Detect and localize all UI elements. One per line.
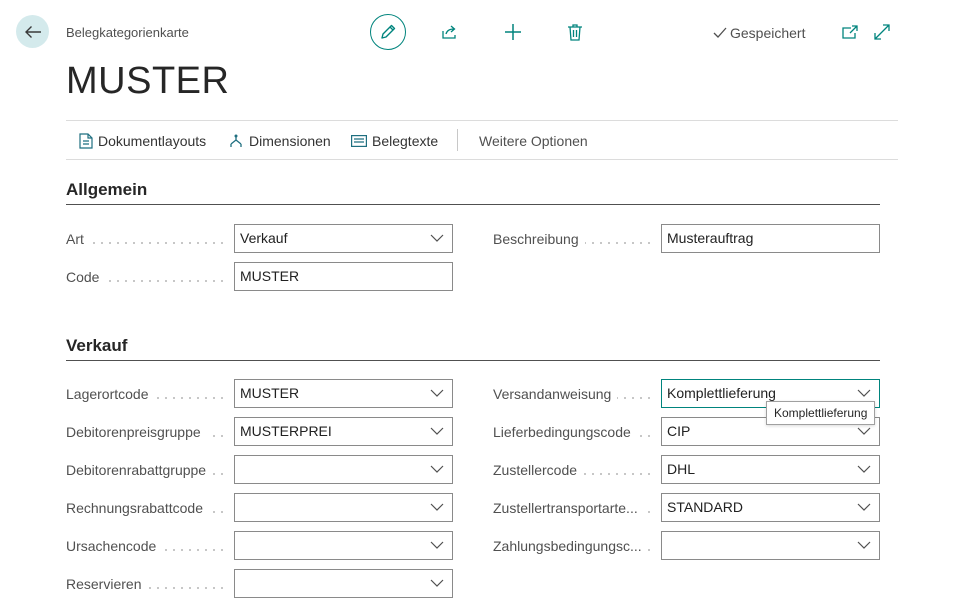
zustellercode-value: DHL	[667, 461, 696, 477]
checkmark-icon	[713, 27, 727, 38]
field-label-lieferbedingungscode: Lieferbedingungscode	[493, 422, 657, 442]
new-button[interactable]	[499, 18, 527, 46]
arrow-left-icon	[24, 25, 41, 38]
saved-status: Gespeichert	[713, 25, 805, 41]
action-bar-bottom-divider	[66, 159, 898, 160]
open-new-window-button[interactable]	[836, 18, 864, 46]
field-label-art: Art	[66, 229, 230, 249]
chevron-down-icon	[430, 465, 444, 473]
art-select[interactable]: Verkauf	[234, 224, 453, 253]
chevron-down-icon	[857, 427, 871, 435]
trash-icon	[568, 24, 582, 41]
page-title: MUSTER	[66, 60, 230, 102]
action-label: Belegtexte	[372, 133, 439, 149]
art-value: Verkauf	[240, 230, 288, 246]
chevron-down-icon	[857, 465, 871, 473]
action-label: Dimensionen	[249, 133, 331, 149]
lagerortcode-value: MUSTER	[240, 385, 300, 401]
section-rule-sales	[66, 360, 880, 361]
plus-icon	[505, 24, 521, 40]
lagerortcode-select[interactable]: MUSTER	[234, 379, 453, 408]
dimensions-icon	[230, 134, 242, 147]
edit-button[interactable]	[370, 14, 406, 50]
chevron-down-icon	[430, 579, 444, 587]
chevron-down-icon	[857, 389, 871, 397]
action-document-layouts[interactable]: Dokumentlayouts	[79, 132, 206, 150]
code-input[interactable]: MUSTER	[234, 262, 453, 291]
chevron-down-icon	[430, 503, 444, 511]
page-type-caption: Belegkategorienkarte	[66, 25, 189, 40]
reservieren-select[interactable]	[234, 569, 453, 598]
chevron-down-icon	[430, 541, 444, 549]
action-label: Dokumentlayouts	[98, 133, 207, 149]
tooltip: Komplettlieferung	[766, 401, 876, 425]
section-title-general: Allgemein	[66, 180, 148, 199]
chevron-down-icon	[857, 541, 871, 549]
zahlungsbedingungscode-select[interactable]	[661, 531, 880, 560]
field-label-zahlungsbedingungscode: Zahlungsbedingungsc...	[493, 536, 657, 556]
field-label-beschreibung: Beschreibung	[493, 229, 657, 249]
beschreibung-input[interactable]: Musterauftrag	[661, 224, 880, 253]
field-label-reservieren: Reservieren	[66, 574, 230, 594]
document-texts-icon	[351, 135, 367, 147]
field-label-debitorenpreisgruppe: Debitorenpreisgruppe	[66, 422, 230, 442]
field-label-code: Code	[66, 267, 230, 287]
rechnungsrabattcode-select[interactable]	[234, 493, 453, 522]
chevron-down-icon	[430, 234, 444, 242]
more-options-button[interactable]: Weitere Optionen	[479, 133, 588, 149]
field-label-ursachencode: Ursachencode	[66, 536, 230, 556]
action-document-texts[interactable]: Belegtexte	[351, 132, 438, 150]
action-bar-separator	[457, 129, 458, 151]
expand-icon	[874, 24, 890, 40]
document-layouts-icon	[79, 133, 93, 149]
beschreibung-value: Musterauftrag	[667, 230, 754, 246]
debitorenpreisgruppe-value: MUSTERPREI	[240, 423, 332, 439]
chevron-down-icon	[857, 503, 871, 511]
back-button[interactable]	[16, 15, 49, 48]
debitorenrabattgruppe-select[interactable]	[234, 455, 453, 484]
share-button[interactable]	[436, 18, 464, 46]
field-label-zustellertransportart: Zustellertransportarte...	[493, 498, 657, 518]
zustellertransportart-select[interactable]: STANDARD	[661, 493, 880, 522]
action-dimensions[interactable]: Dimensionen	[229, 132, 331, 150]
debitorenpreisgruppe-select[interactable]: MUSTERPREI	[234, 417, 453, 446]
pencil-icon	[381, 24, 396, 39]
section-rule-general	[66, 204, 880, 205]
ursachencode-select[interactable]	[234, 531, 453, 560]
zustellercode-select[interactable]: DHL	[661, 455, 880, 484]
section-title-sales: Verkauf	[66, 336, 128, 355]
zustellertransportart-value: STANDARD	[667, 499, 743, 515]
field-label-versandanweisung: Versandanweisung	[493, 384, 657, 404]
field-label-lagerortcode: Lagerortcode	[66, 384, 230, 404]
expand-button[interactable]	[868, 18, 896, 46]
lieferbedingungscode-value: CIP	[667, 423, 691, 439]
versandanweisung-value: Komplettlieferung	[667, 385, 776, 401]
field-label-zustellercode: Zustellercode	[493, 460, 657, 480]
open-in-new-window-icon	[842, 25, 858, 39]
action-bar-top-divider	[66, 120, 898, 121]
saved-status-text: Gespeichert	[730, 25, 806, 41]
field-label-rechnungsrabattcode: Rechnungsrabattcode	[66, 498, 230, 518]
chevron-down-icon	[430, 427, 444, 435]
field-label-debitorenrabattgruppe: Debitorenrabattgruppe	[66, 460, 230, 480]
chevron-down-icon	[430, 389, 444, 397]
share-icon	[442, 25, 456, 39]
delete-button[interactable]	[561, 18, 589, 46]
code-value: MUSTER	[240, 268, 300, 284]
